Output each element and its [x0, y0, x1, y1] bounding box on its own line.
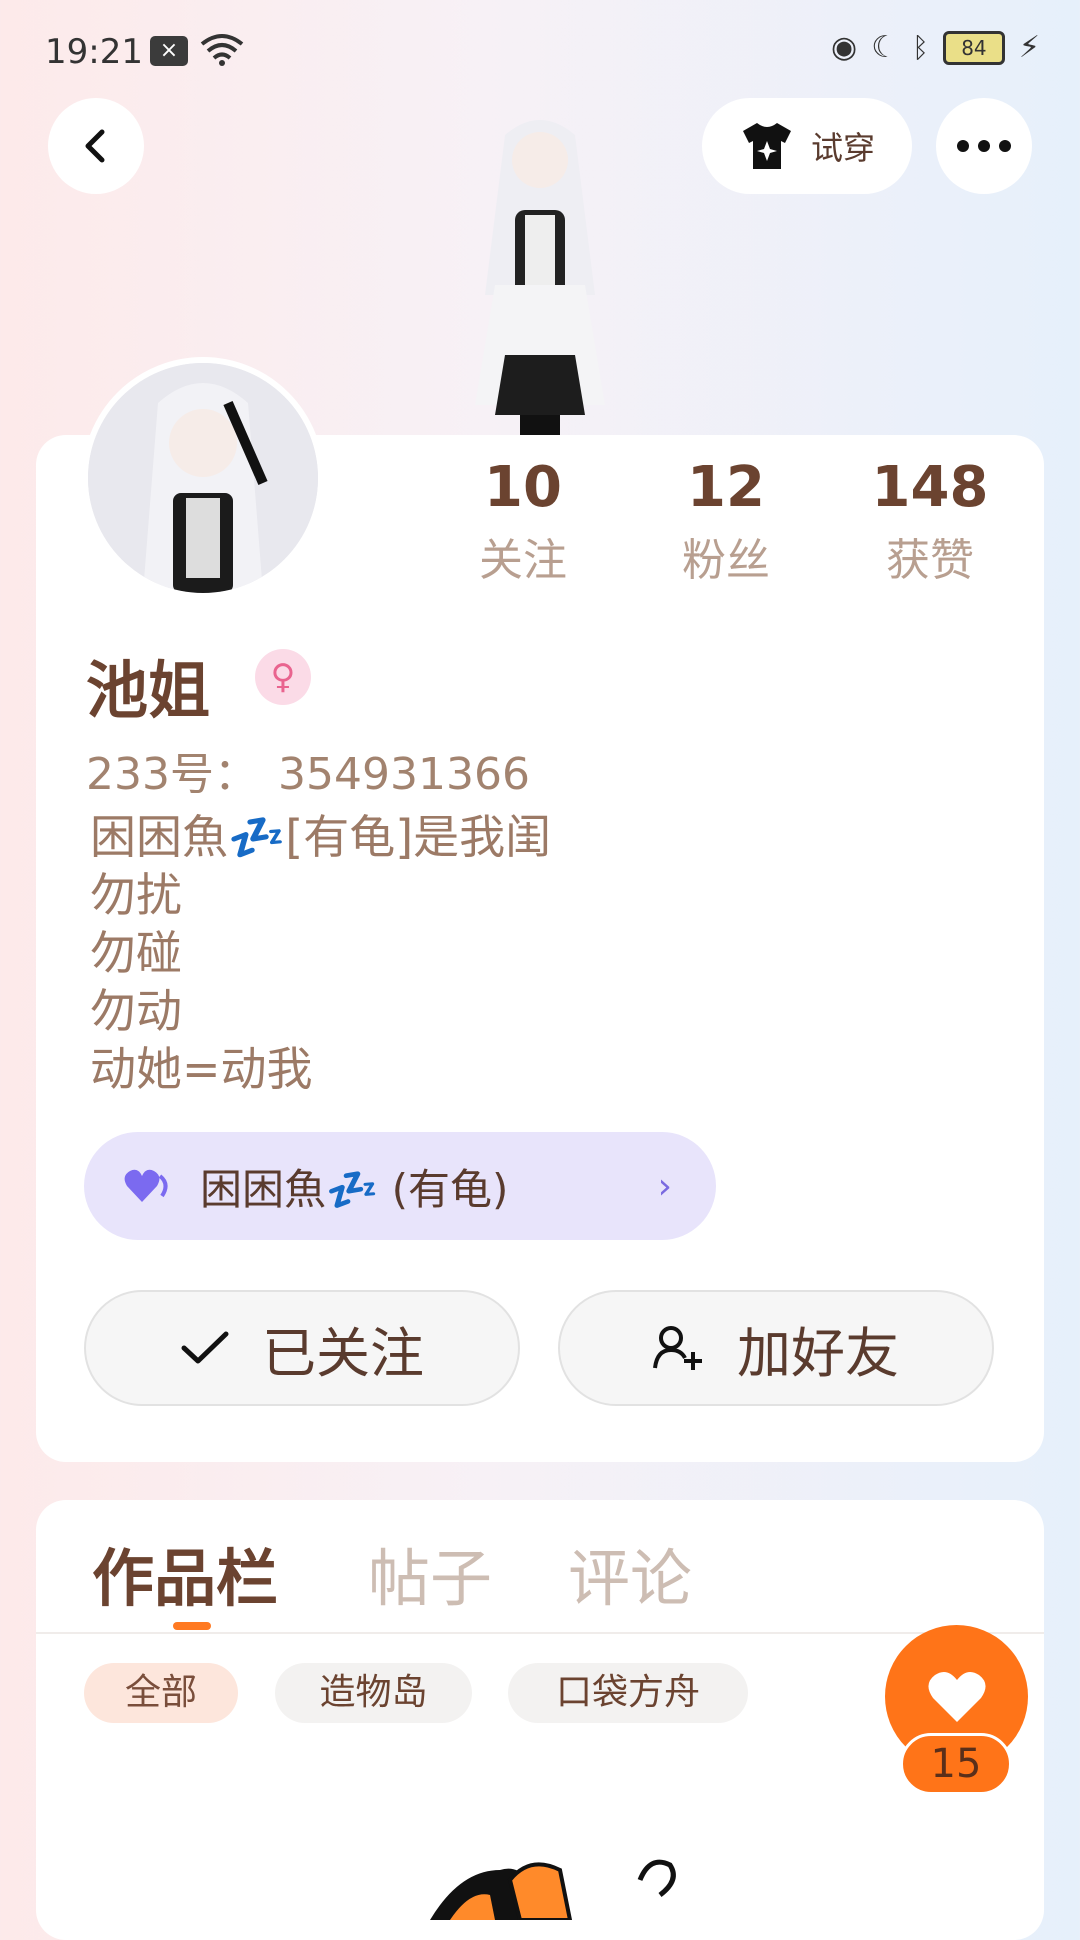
stat-fans-value: 12 [687, 455, 765, 520]
avatar[interactable] [82, 357, 324, 599]
work-thumbnail[interactable] [420, 1850, 720, 1922]
heart-icon [927, 1671, 986, 1722]
chevron-right-icon: › [657, 1165, 672, 1207]
more-icon [957, 140, 1011, 152]
back-button[interactable] [48, 98, 144, 194]
following-button[interactable]: 已关注 [84, 1290, 520, 1406]
filter-chip-all[interactable]: 全部 [84, 1663, 238, 1723]
tryon-label: 试穿 [810, 129, 875, 167]
notification-badge-icon: × [150, 36, 188, 66]
charging-icon: ⚡ [1018, 30, 1040, 65]
relationship-chip-label: 困困魚💤 (有龟) [200, 1164, 509, 1214]
tryon-button[interactable]: 试穿 [702, 98, 912, 194]
profile-bio: 困困魚💤[有龟]是我闺 勿扰 勿碰 勿动 动她=动我 [90, 808, 551, 1098]
profile-name: 池姐 [86, 654, 211, 727]
stat-likes[interactable]: 148 获赞 [850, 455, 1010, 588]
stat-fans-label: 粉丝 [682, 535, 770, 586]
moon-icon: ☾ [871, 30, 899, 65]
circle-status-icon: ◉ [831, 30, 858, 65]
divider [36, 1632, 1044, 1634]
avatar-figure [445, 115, 635, 435]
user-id-label: 233号： [86, 749, 258, 800]
check-icon [181, 1331, 229, 1364]
battery-icon: 84 [942, 30, 1005, 65]
bio-line: 动她=动我 [90, 1042, 313, 1096]
stat-likes-value: 148 [871, 455, 989, 520]
stat-following-label: 关注 [479, 535, 567, 586]
stat-following[interactable]: 10 关注 [443, 455, 603, 588]
status-time: 19:21 [45, 32, 143, 72]
back-icon [85, 129, 105, 163]
tab-works[interactable]: 作品栏 [92, 1528, 278, 1618]
following-button-label: 已关注 [262, 1321, 424, 1385]
stat-likes-label: 获赞 [886, 535, 974, 586]
bio-line: 勿碰 [90, 926, 182, 980]
heart-icon [124, 1169, 168, 1202]
relationship-chip[interactable]: 困困魚💤 (有龟) › [84, 1132, 716, 1240]
user-id-value: 354931366 [277, 749, 530, 800]
bluetooth-icon: ᛒ [912, 31, 929, 64]
tab-comments[interactable]: 评论 [568, 1528, 692, 1618]
filter-chip-pocket-ark[interactable]: 口袋方舟 [508, 1663, 748, 1723]
active-tab-indicator [173, 1622, 211, 1630]
like-count: 15 [900, 1733, 1012, 1795]
stat-following-value: 10 [484, 455, 562, 520]
filter-chip-creation-island[interactable]: 造物岛 [275, 1663, 472, 1723]
add-friend-button-label: 加好友 [737, 1321, 899, 1385]
add-user-icon [653, 1326, 702, 1370]
shirt-icon [742, 123, 791, 169]
status-icons: ◉ ☾ ᛒ 84 ⚡ [831, 30, 1040, 65]
wifi-icon [200, 32, 244, 72]
tab-posts[interactable]: 帖子 [368, 1528, 492, 1618]
bio-line: 勿扰 [90, 868, 182, 922]
add-friend-button[interactable]: 加好友 [558, 1290, 994, 1406]
bio-line: 勿动 [90, 984, 182, 1038]
stat-fans[interactable]: 12 粉丝 [646, 455, 806, 588]
user-id[interactable]: 233号： 354931366 [86, 738, 530, 802]
more-button[interactable] [936, 98, 1032, 194]
female-icon: ♀ [255, 649, 311, 705]
bio-line: 困困魚💤[有龟]是我闺 [90, 810, 552, 864]
